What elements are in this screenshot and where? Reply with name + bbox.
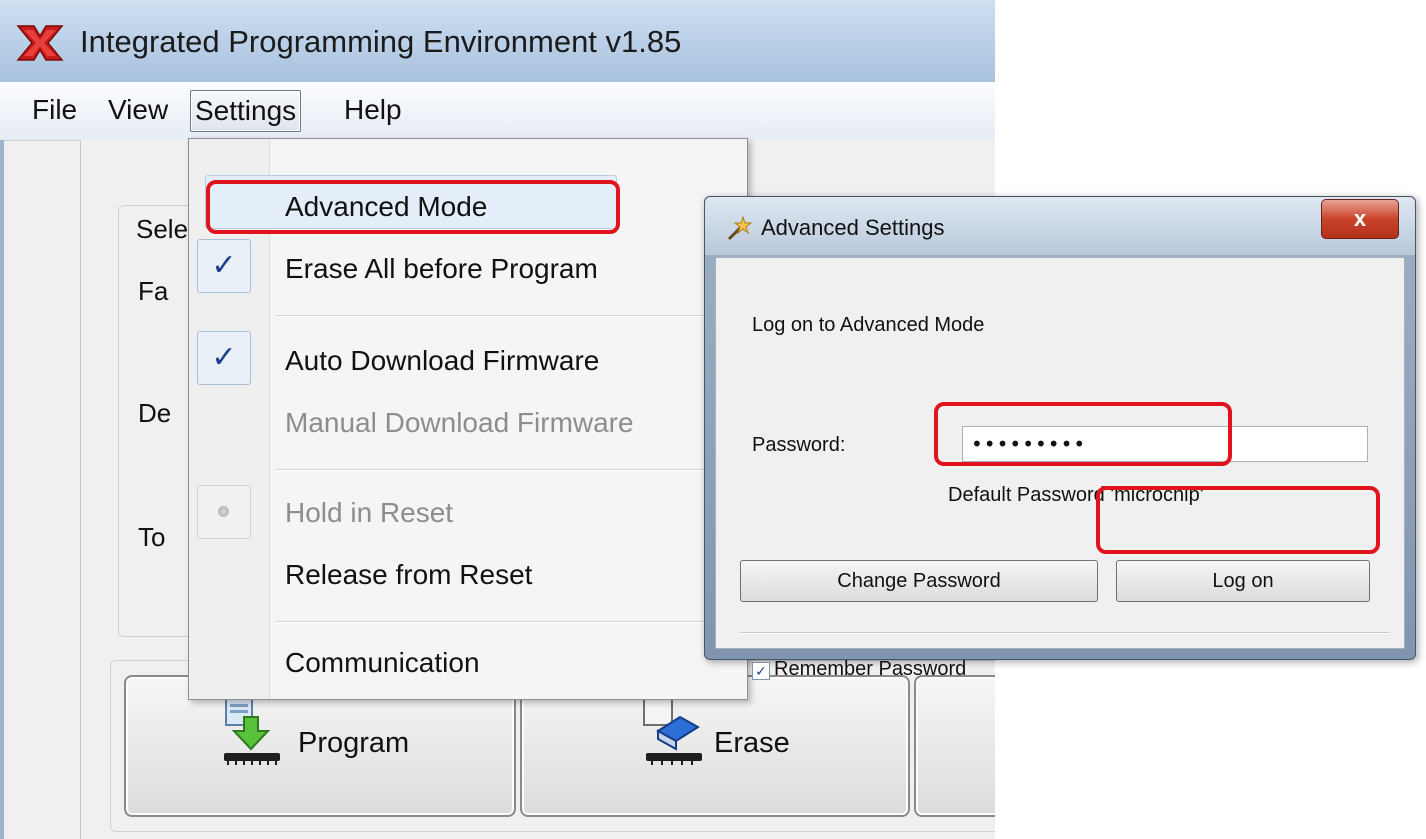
magic-wand-icon: [727, 215, 753, 241]
password-label: Password:: [752, 434, 846, 456]
erase-button-label: Erase: [714, 727, 790, 759]
remember-password-checkbox[interactable]: ✓: [752, 662, 770, 680]
menu-item-communication[interactable]: Communication: [285, 647, 480, 679]
remember-password-label: Remember Password: [774, 658, 967, 680]
dialog-title: Advanced Settings: [761, 215, 945, 240]
log-on-button[interactable]: Log on: [1116, 560, 1370, 602]
erase-all-check-frame: ✓: [197, 239, 251, 293]
radio-dot-icon: [218, 506, 229, 517]
menu-item-manual-download: Manual Download Firmware: [285, 407, 634, 438]
annotation-log-on: [1096, 486, 1380, 554]
hold-reset-radio-frame: [197, 485, 251, 539]
close-button[interactable]: x: [1321, 199, 1399, 239]
dialog-divider: [740, 632, 1390, 633]
menu-separator: [275, 469, 739, 470]
annotation-default-password: [934, 402, 1232, 466]
menu-separator: [275, 621, 739, 622]
program-button-label: Program: [298, 727, 410, 759]
title-bar: Integrated Programming Environment v1.85: [0, 0, 995, 82]
check-icon: ✓: [211, 341, 237, 374]
menu-bar: File View Settings Help: [0, 82, 995, 141]
menu-item-auto-download[interactable]: Auto Download Firmware: [285, 345, 599, 377]
annotation-advanced-mode: [206, 180, 620, 234]
window-left-edge: [0, 140, 4, 839]
program-download-icon: [224, 698, 280, 765]
group-label-device: De: [138, 398, 172, 428]
app-logo-icon: [16, 25, 64, 61]
dialog-title-bar: Advanced Settings x: [705, 197, 1415, 255]
group-label-family: Fa: [138, 276, 169, 306]
app-title: Integrated Programming Environment v1.85: [80, 24, 682, 59]
menu-view[interactable]: View: [104, 90, 172, 130]
menu-item-release-reset[interactable]: Release from Reset: [285, 559, 532, 591]
third-action-button[interactable]: [914, 675, 995, 817]
group-label-select: Sele: [136, 214, 189, 244]
menu-file[interactable]: File: [28, 90, 81, 130]
menu-separator: [275, 315, 739, 316]
menu-settings[interactable]: Settings: [190, 90, 302, 132]
eraser-icon: [643, 698, 702, 765]
menu-item-hold-reset: Hold in Reset: [285, 497, 454, 528]
auto-download-check-frame: ✓: [197, 331, 251, 385]
group-label-tool: To: [138, 522, 166, 552]
logon-heading: Log on to Advanced Mode: [752, 314, 985, 336]
check-icon: ✓: [211, 249, 237, 282]
change-password-button[interactable]: Change Password: [740, 560, 1098, 602]
menu-help[interactable]: Help: [340, 90, 406, 130]
menu-item-erase-all[interactable]: Erase All before Program: [285, 253, 598, 285]
